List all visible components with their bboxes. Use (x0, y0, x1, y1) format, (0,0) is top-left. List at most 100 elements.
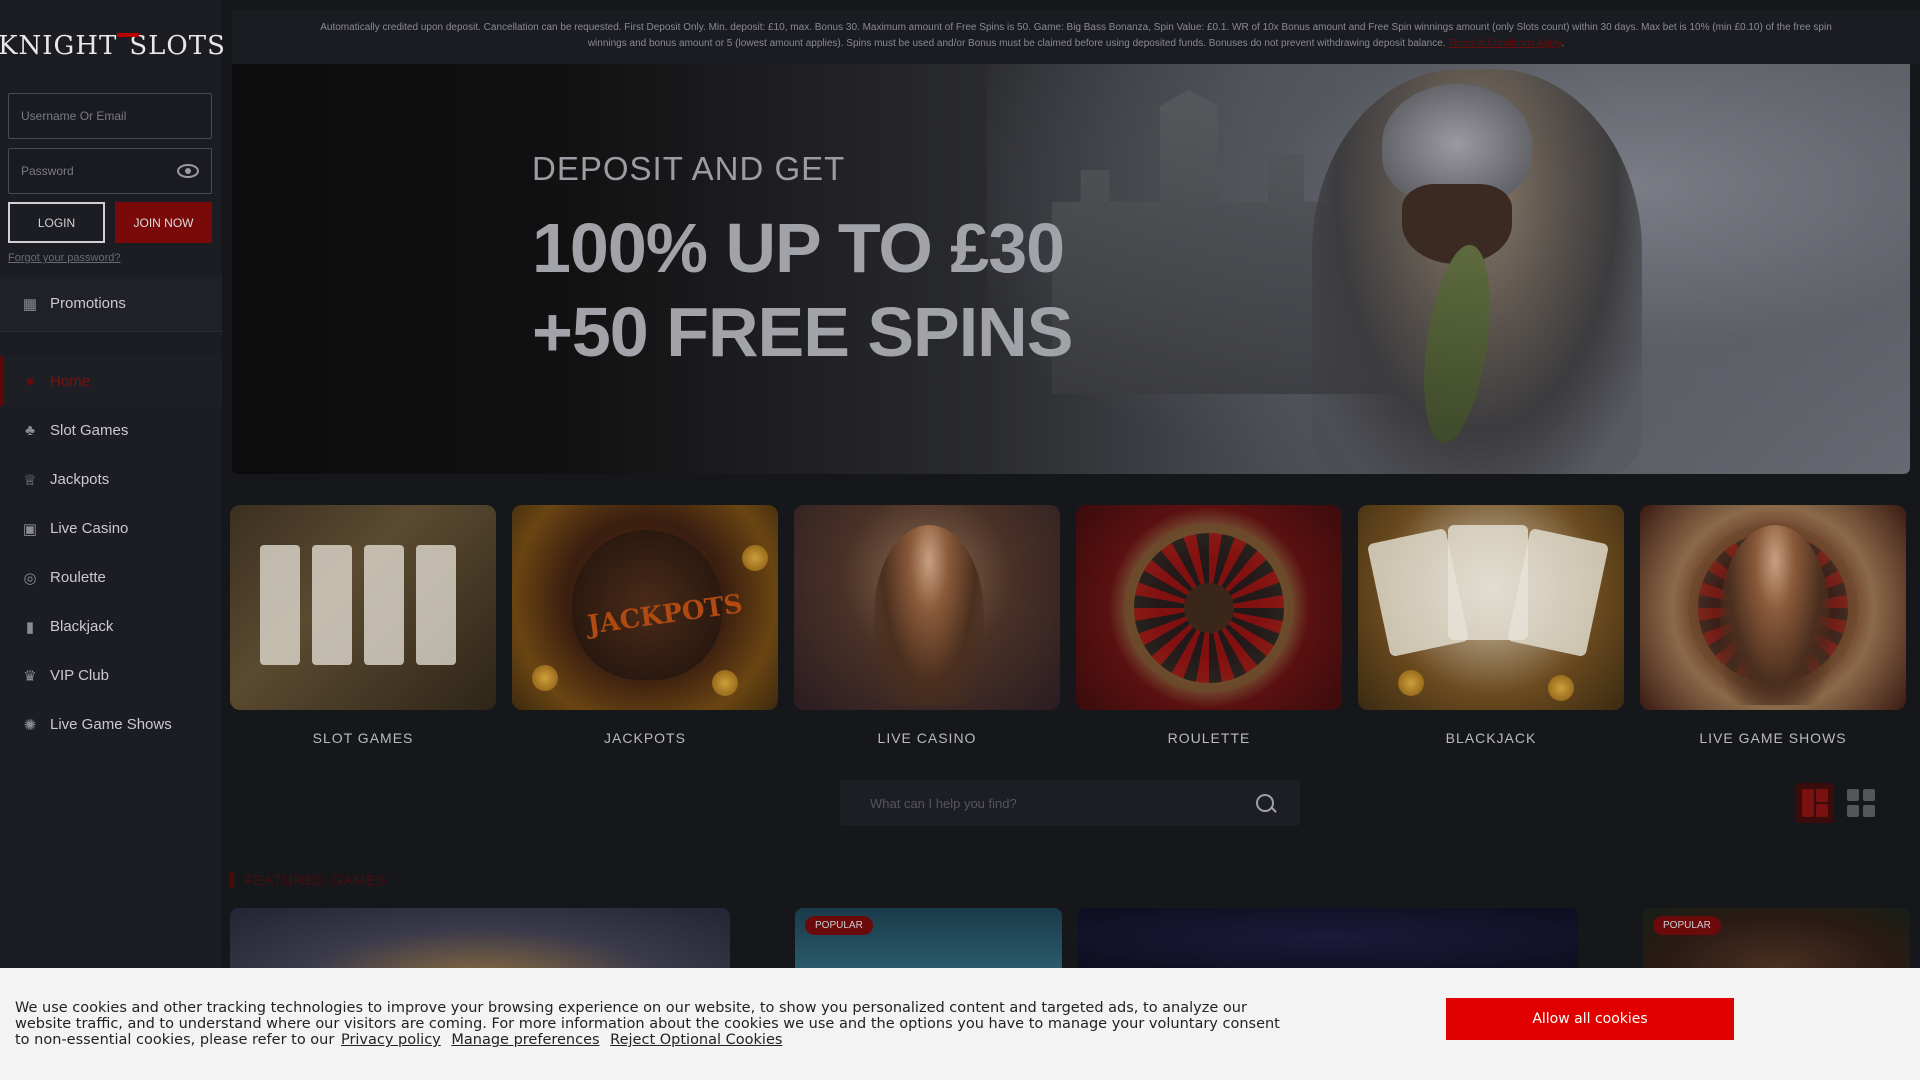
roulette-wheel-graphic (1124, 523, 1294, 693)
bonus-terms-notice: Automatically credited upon deposit. Can… (232, 10, 1920, 64)
reel-graphic (364, 545, 404, 665)
cards-icon: ▮ (25, 618, 35, 636)
reel-graphic (260, 545, 300, 665)
sidebar-item-label: Live Casino (50, 520, 129, 537)
category-roulette[interactable]: ROULETTE (1076, 505, 1342, 746)
game-categories: SLOT GAMES JACKPOTS JACKPOTS LIVE CASINO… (230, 505, 1910, 746)
sidebar-item-roulette[interactable]: ◎ Roulette (0, 553, 222, 602)
brand-name-right: SLOTS (129, 31, 226, 61)
terms-link[interactable]: Terms & Conditions Apply (1448, 38, 1561, 49)
brand-logo[interactable]: KNIGHT SLOTS (0, 16, 225, 76)
view-toggle (1796, 783, 1880, 823)
roulette-icon: ◎ (23, 569, 37, 587)
category-label: BLACKJACK (1445, 730, 1537, 746)
sidebar-item-label: Blackjack (50, 618, 114, 635)
sidebar-item-slot-games[interactable]: ♣ Slot Games (0, 406, 222, 455)
reject-cookies-link[interactable]: Reject Optional Cookies (610, 1032, 782, 1048)
game-tile[interactable]: POPULAR (795, 908, 1062, 968)
hero-banner[interactable]: DEPOSIT AND GET 100% UP TO £30 +50 FREE … (232, 64, 1910, 474)
sidebar-item-label: Promotions (50, 295, 126, 312)
allow-all-cookies-button[interactable]: Allow all cookies (1446, 998, 1734, 1040)
join-now-button[interactable]: JOIN NOW (115, 202, 212, 243)
hero-subtitle: DEPOSIT AND GET (532, 150, 846, 187)
game-tile[interactable]: POPULAR (1643, 908, 1910, 968)
slot-machine-image (230, 505, 496, 710)
coin-graphic (712, 670, 738, 696)
sidebar-item-live-game-shows[interactable]: ✺ Live Game Shows (0, 700, 222, 749)
forgot-password-link[interactable]: Forgot your password? (8, 252, 121, 264)
hero-offer-line-2: +50 FREE SPINS (532, 293, 1073, 371)
sidebar-item-label: Live Game Shows (50, 716, 172, 733)
popular-badge: POPULAR (1653, 916, 1721, 935)
wheel-icon: ✺ (23, 716, 37, 734)
small-grid-icon (1847, 789, 1875, 817)
host-graphic (1720, 525, 1830, 705)
dealer-graphic (874, 525, 984, 705)
brand-name-left: KNIGHT (0, 31, 118, 61)
live-dealer-image (794, 505, 1060, 710)
sidebar-item-vip-club[interactable]: ♛ VIP Club (0, 651, 222, 700)
search-icon[interactable] (1256, 794, 1274, 812)
sidebar: KNIGHT SLOTS Username Or Email Password … (0, 0, 225, 1080)
coin-graphic (1548, 675, 1574, 701)
category-label: SLOT GAMES (312, 730, 414, 746)
coin-graphic (532, 665, 558, 691)
live-casino-icon: ▣ (22, 520, 38, 538)
notice-line-2: winnings and bonus amount or 5 (lowest a… (587, 38, 1565, 49)
promotions-icon: ▦ (22, 295, 38, 313)
username-field[interactable]: Username Or Email (8, 93, 212, 139)
sidebar-item-label: Jackpots (50, 471, 110, 488)
sidebar-item-blackjack[interactable]: ▮ Blackjack (0, 602, 222, 651)
reel-graphic (312, 545, 352, 665)
hero-text: DEPOSIT AND GET 100% UP TO £30 +50 FREE … (532, 150, 1073, 374)
sidebar-item-label: Roulette (50, 569, 106, 586)
coin-graphic (1398, 670, 1424, 696)
category-label: JACKPOTS (604, 730, 686, 746)
sidebar-item-label: VIP Club (50, 667, 109, 684)
home-icon: ● (25, 372, 35, 390)
privacy-policy-link[interactable]: Privacy policy (341, 1032, 441, 1048)
popular-badge: POPULAR (805, 916, 873, 935)
roulette-wheel-image (1076, 505, 1342, 710)
large-grid-view-button[interactable] (1796, 783, 1834, 823)
sidebar-item-home[interactable]: ● Home (0, 356, 222, 406)
notice-line-1: Automatically credited upon deposit. Can… (320, 22, 1832, 33)
password-placeholder: Password (21, 164, 74, 178)
category-label: LIVE GAME SHOWS (1699, 730, 1847, 746)
sidebar-item-label: Slot Games (50, 422, 129, 439)
eye-icon[interactable] (177, 164, 199, 178)
username-placeholder: Username Or Email (21, 109, 127, 123)
featured-games-heading: FEATURED GAMES (230, 872, 387, 888)
playing-cards-image (1358, 505, 1624, 710)
search-placeholder: What can I help you find? (870, 795, 1017, 811)
category-live-casino[interactable]: LIVE CASINO (794, 505, 1060, 746)
manage-preferences-link[interactable]: Manage preferences (451, 1032, 599, 1048)
coin-graphic (742, 545, 768, 571)
sidebar-item-jackpots[interactable]: ♕ Jackpots (0, 455, 222, 504)
game-show-image (1640, 505, 1906, 710)
large-grid-icon (1802, 789, 1828, 817)
category-slot-games[interactable]: SLOT GAMES (230, 505, 496, 746)
game-tile[interactable] (1078, 908, 1578, 968)
category-label: ROULETTE (1167, 730, 1251, 746)
crown-icon: ♛ (23, 667, 37, 685)
category-label: LIVE CASINO (877, 730, 977, 746)
sidebar-nav: ▦ Promotions ● Home ♣ Slot Games ♕ Jackp… (0, 276, 222, 749)
sidebar-item-promotions[interactable]: ▦ Promotions (0, 276, 222, 332)
category-live-game-shows[interactable]: LIVE GAME SHOWS (1640, 505, 1906, 746)
featured-games-list: POPULAR POPULAR (230, 908, 1910, 968)
sidebar-item-label: Home (50, 372, 91, 390)
game-search-input[interactable]: What can I help you find? (840, 780, 1300, 826)
reel-graphic (416, 545, 456, 665)
slots-icon: ♣ (25, 422, 35, 439)
small-grid-view-button[interactable] (1842, 783, 1880, 823)
password-field[interactable]: Password (8, 148, 212, 194)
jackpot-bag-image: JACKPOTS (512, 505, 778, 710)
sidebar-item-live-casino[interactable]: ▣ Live Casino (0, 504, 222, 553)
trophy-icon: ♕ (23, 471, 37, 489)
login-button[interactable]: LOGIN (8, 202, 105, 243)
game-tile[interactable] (230, 908, 730, 968)
hero-offer-line-1: 100% UP TO £30 (532, 209, 1065, 287)
category-blackjack[interactable]: BLACKJACK (1358, 505, 1624, 746)
category-jackpots[interactable]: JACKPOTS JACKPOTS (512, 505, 778, 746)
